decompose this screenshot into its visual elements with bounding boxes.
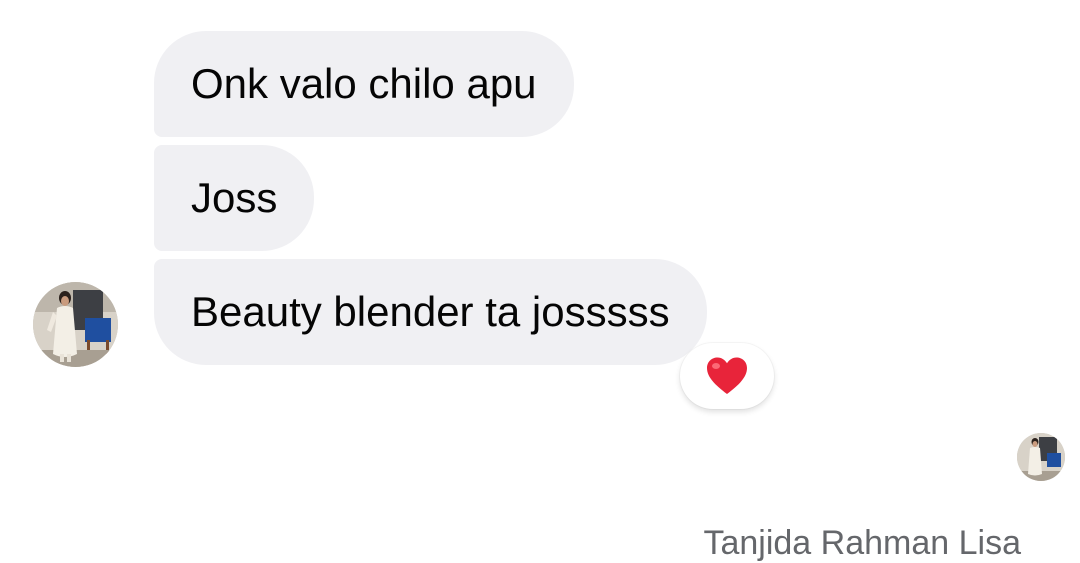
message-text: Beauty blender ta josssss (191, 288, 670, 335)
message-text: Onk valo chilo apu (191, 60, 537, 107)
profile-photo-icon (33, 282, 118, 367)
message-bubble-2[interactable]: Joss (154, 145, 315, 251)
message-text: Joss (191, 174, 278, 221)
seen-by-name: Tanjida Rahman Lisa (703, 524, 1021, 562)
sender-avatar[interactable] (33, 282, 118, 367)
message-bubble-1[interactable]: Onk valo chilo apu (154, 31, 574, 137)
seen-receipt-avatar-icon (1017, 433, 1065, 481)
message-bubble-3[interactable]: Beauty blender ta josssss (154, 259, 707, 365)
message-reaction[interactable] (680, 343, 774, 409)
heart-emoji-icon (707, 357, 747, 394)
seen-avatar[interactable] (1017, 433, 1065, 481)
